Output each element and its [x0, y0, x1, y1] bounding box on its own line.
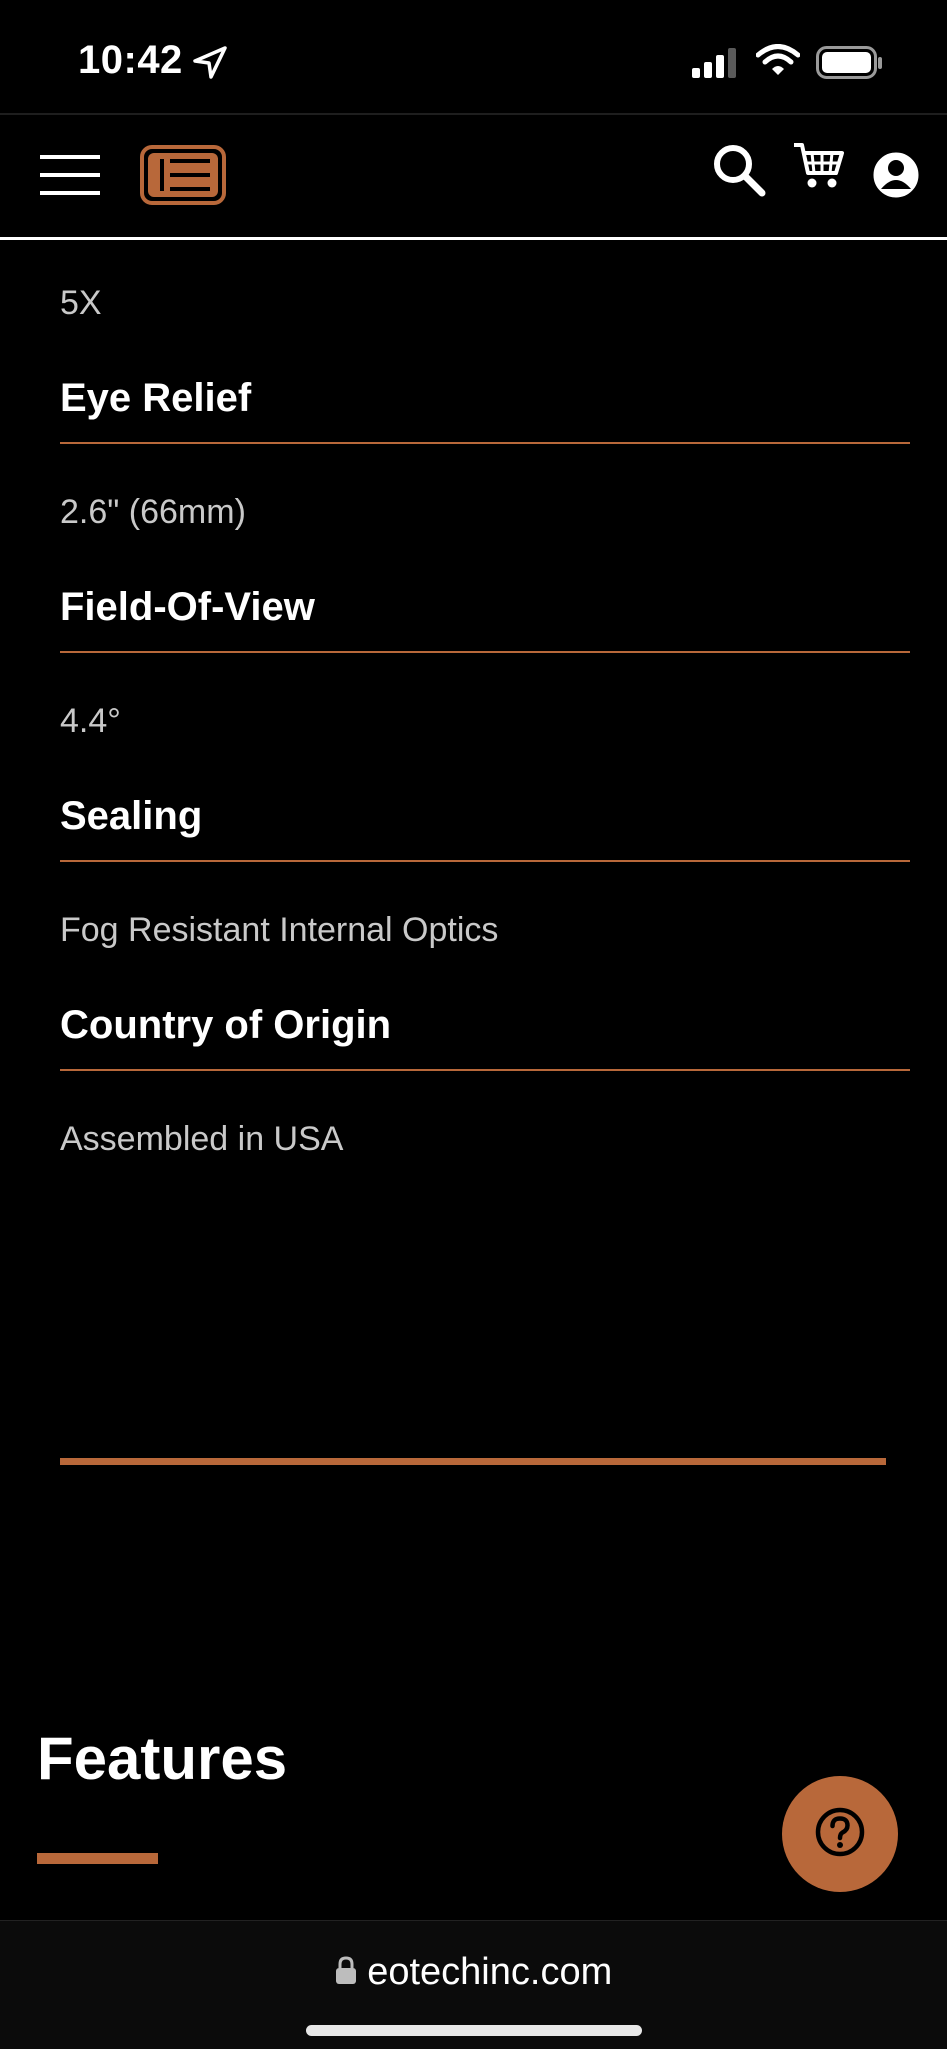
browser-address-bar[interactable]: eotechinc.com	[0, 1920, 947, 2049]
spec-value-field-of-view: 4.4°	[60, 702, 121, 740]
status-bar: 10:42	[0, 0, 947, 113]
header-divider	[0, 237, 947, 240]
spec-heading-eye-relief: Eye Relief	[60, 376, 252, 420]
features-heading: Features	[37, 1725, 288, 1792]
spec-divider	[60, 1069, 910, 1071]
spec-heading-sealing: Sealing	[60, 794, 203, 838]
battery-icon	[816, 46, 884, 85]
site-header	[0, 115, 947, 238]
lock-icon	[335, 1955, 357, 1990]
cellular-signal-icon	[692, 48, 740, 83]
spec-divider	[60, 860, 910, 862]
spec-value-eye-relief: 2.6" (66mm)	[60, 493, 246, 531]
menu-icon[interactable]	[40, 153, 100, 202]
cart-icon[interactable]	[792, 139, 846, 198]
section-divider	[60, 1458, 886, 1465]
wifi-icon	[755, 44, 801, 83]
spec-value-magnification: 5X	[60, 284, 102, 322]
status-time: 10:42	[78, 38, 183, 82]
home-indicator[interactable]	[306, 2025, 642, 2036]
location-arrow-icon	[192, 46, 228, 85]
spec-heading-country-of-origin: Country of Origin	[60, 1003, 392, 1047]
spec-value-sealing: Fog Resistant Internal Optics	[60, 911, 499, 949]
spec-heading-field-of-view: Field-Of-View	[60, 585, 315, 629]
search-icon[interactable]	[712, 143, 766, 202]
question-mark-icon	[814, 1806, 866, 1863]
spec-divider	[60, 651, 910, 653]
spec-value-country-of-origin: Assembled in USA	[60, 1120, 344, 1158]
help-button[interactable]	[782, 1776, 898, 1892]
eotech-logo-icon[interactable]	[140, 145, 226, 210]
account-icon[interactable]	[872, 151, 920, 204]
url-text: eotechinc.com	[367, 1951, 613, 1993]
spec-divider	[60, 442, 910, 444]
features-underline	[37, 1853, 158, 1864]
